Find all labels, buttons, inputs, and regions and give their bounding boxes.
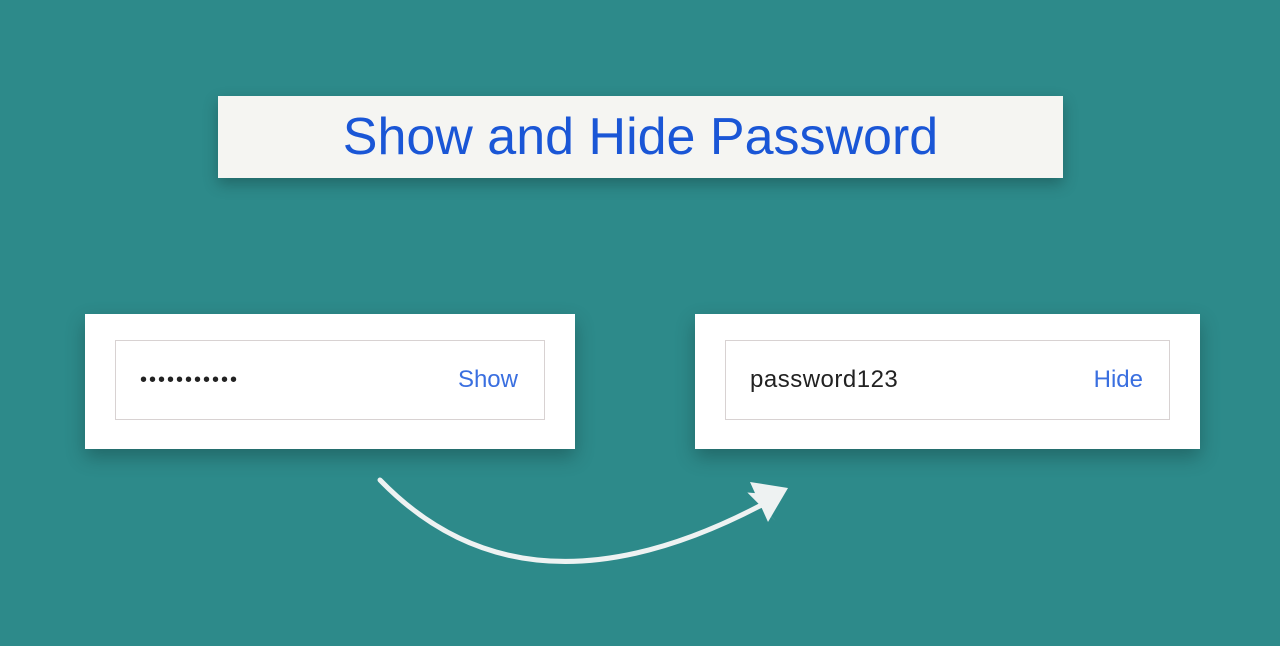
- hide-password-button[interactable]: Hide: [1090, 366, 1147, 394]
- show-password-button[interactable]: Show: [454, 366, 522, 394]
- arrow-icon: [350, 440, 850, 620]
- title-banner: Show and Hide Password: [218, 96, 1063, 178]
- page-title: Show and Hide Password: [343, 107, 938, 167]
- password-input-container-visible: Hide: [725, 340, 1170, 420]
- password-input-masked[interactable]: [140, 369, 454, 392]
- password-input-revealed[interactable]: [750, 366, 1090, 394]
- password-card-hidden: Show: [85, 314, 575, 449]
- password-card-visible: Hide: [695, 314, 1200, 449]
- password-input-container-hidden: Show: [115, 340, 545, 420]
